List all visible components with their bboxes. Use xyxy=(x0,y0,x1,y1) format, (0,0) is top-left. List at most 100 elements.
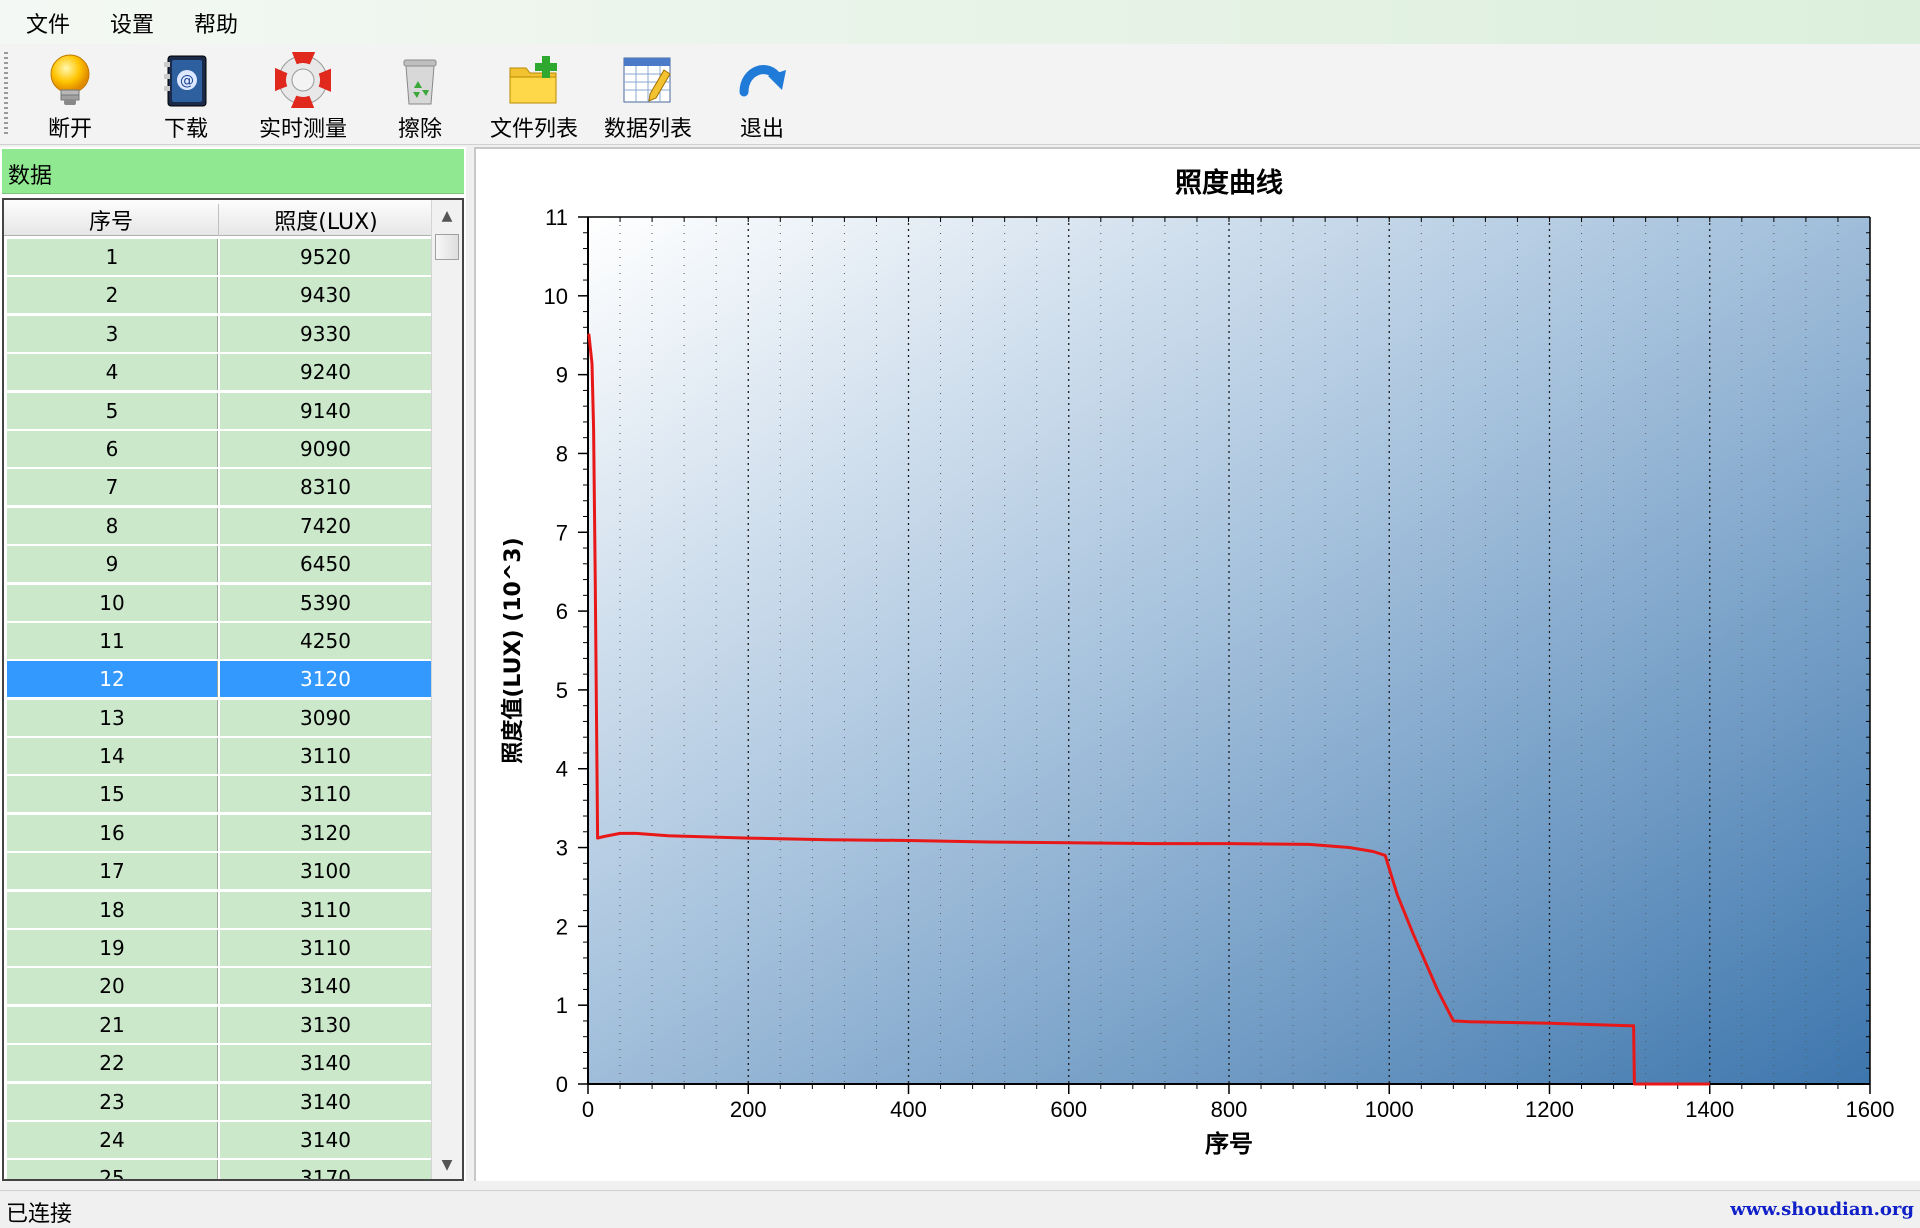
cell-lux[interactable]: 3140 xyxy=(220,1083,432,1120)
cell-lux[interactable]: 9330 xyxy=(220,315,432,352)
table-row[interactable]: 3 9330 xyxy=(4,315,432,353)
erase-button[interactable]: 擦除 xyxy=(380,48,460,142)
table-row[interactable]: 16 3120 xyxy=(4,814,432,852)
scroll-down-icon[interactable]: ▼ xyxy=(432,1151,462,1179)
cell-lux[interactable]: 3110 xyxy=(220,738,432,775)
cell-index[interactable]: 1 xyxy=(7,239,218,275)
table-row[interactable]: 21 3130 xyxy=(4,1006,432,1044)
table-row[interactable]: 10 5390 xyxy=(4,584,432,622)
cell-lux[interactable]: 3110 xyxy=(220,776,432,813)
cell-lux[interactable]: 3110 xyxy=(220,930,432,967)
cell-index[interactable]: 2 xyxy=(7,277,218,314)
cell-index[interactable]: 10 xyxy=(7,584,218,621)
cell-index[interactable]: 24 xyxy=(7,1121,218,1158)
cell-lux[interactable]: 3140 xyxy=(220,1045,432,1082)
cell-lux[interactable]: 3110 xyxy=(220,891,432,928)
cell-index[interactable]: 23 xyxy=(7,1083,218,1120)
table-row[interactable]: 17 3100 xyxy=(4,852,432,890)
download-button[interactable]: @ 下载 xyxy=(146,48,226,142)
cell-index[interactable]: 19 xyxy=(7,930,218,967)
column-header-index[interactable]: 序号 xyxy=(4,204,218,236)
menu-file[interactable]: 文件 xyxy=(26,7,70,39)
cell-lux[interactable]: 9430 xyxy=(220,277,432,314)
x-tick-label: 400 xyxy=(890,1097,927,1122)
data-list-label: 数据列表 xyxy=(603,117,692,142)
vertical-scrollbar[interactable]: ▲ ▼ xyxy=(431,200,462,1179)
table-row[interactable]: 12 3120 xyxy=(4,660,432,698)
scroll-up-icon[interactable]: ▲ xyxy=(432,202,462,230)
cell-lux[interactable]: 4250 xyxy=(220,622,432,659)
file-list-button[interactable]: 文件列表 xyxy=(484,48,584,142)
cell-lux[interactable]: 8310 xyxy=(220,469,432,506)
cell-index[interactable]: 11 xyxy=(7,622,218,659)
cell-lux[interactable]: 5390 xyxy=(220,584,432,621)
cell-lux[interactable]: 9140 xyxy=(220,392,432,429)
table-row[interactable]: 4 9240 xyxy=(4,353,432,391)
cell-index[interactable]: 21 xyxy=(7,1006,218,1043)
cell-index[interactable]: 13 xyxy=(7,699,218,736)
table-row[interactable]: 25 3170 xyxy=(4,1159,432,1179)
cell-index[interactable]: 16 xyxy=(7,814,218,851)
cell-index[interactable]: 12 xyxy=(7,661,218,698)
table-row[interactable]: 13 3090 xyxy=(4,699,432,737)
cell-index[interactable]: 9 xyxy=(7,546,218,583)
cell-index[interactable]: 18 xyxy=(7,891,218,928)
table-row[interactable]: 5 9140 xyxy=(4,392,432,430)
x-tick-label: 0 xyxy=(582,1097,594,1122)
cell-lux[interactable]: 3120 xyxy=(220,661,432,698)
table-row[interactable]: 24 3140 xyxy=(4,1121,432,1159)
cell-index[interactable]: 15 xyxy=(7,776,218,813)
redo-arrow-icon xyxy=(739,65,786,97)
scroll-thumb[interactable] xyxy=(435,234,459,260)
table-row[interactable]: 22 3140 xyxy=(4,1044,432,1082)
table-row[interactable]: 2 9430 xyxy=(4,276,432,314)
cell-index[interactable]: 7 xyxy=(7,469,218,506)
table-row[interactable]: 6 9090 xyxy=(4,430,432,468)
table-row[interactable]: 8 7420 xyxy=(4,507,432,545)
svg-text:@: @ xyxy=(180,73,194,89)
cell-index[interactable]: 20 xyxy=(7,968,218,1005)
cell-index[interactable]: 14 xyxy=(7,738,218,775)
table-row[interactable]: 11 4250 xyxy=(4,622,432,660)
menu-help[interactable]: 帮助 xyxy=(194,7,238,39)
data-list-button[interactable]: 数据列表 xyxy=(598,48,698,142)
toolbar-grip[interactable] xyxy=(4,52,8,136)
cell-index[interactable]: 8 xyxy=(7,507,218,544)
table-row[interactable]: 7 8310 xyxy=(4,468,432,506)
table-row[interactable]: 15 3110 xyxy=(4,775,432,813)
menu-settings[interactable]: 设置 xyxy=(110,7,154,39)
disconnect-button[interactable]: 断开 xyxy=(30,48,110,142)
cell-lux[interactable]: 3100 xyxy=(220,853,432,890)
data-table[interactable]: 序号 照度(LUX) 1 9520 2 9430 3 9330 4 9240 5 9140 6 909… xyxy=(2,198,464,1181)
cell-lux[interactable]: 7420 xyxy=(220,507,432,544)
address-book-icon: @ xyxy=(164,55,207,107)
cell-lux[interactable]: 3120 xyxy=(220,814,432,851)
table-row[interactable]: 14 3110 xyxy=(4,737,432,775)
cell-lux[interactable]: 3130 xyxy=(220,1006,432,1043)
cell-index[interactable]: 4 xyxy=(7,354,218,391)
cell-lux[interactable]: 3090 xyxy=(220,699,432,736)
table-row[interactable]: 20 3140 xyxy=(4,967,432,1005)
cell-lux[interactable]: 3170 xyxy=(220,1160,432,1179)
cell-index[interactable]: 22 xyxy=(7,1045,218,1082)
table-row[interactable]: 18 3110 xyxy=(4,891,432,929)
realtime-measure-button[interactable]: 实时测量 xyxy=(248,48,358,142)
exit-button[interactable]: 退出 xyxy=(722,48,802,142)
table-row[interactable]: 23 3140 xyxy=(4,1083,432,1121)
cell-lux[interactable]: 9090 xyxy=(220,430,432,467)
cell-lux[interactable]: 9240 xyxy=(220,354,432,391)
cell-index[interactable]: 3 xyxy=(7,315,218,352)
cell-lux[interactable]: 9520 xyxy=(220,239,432,275)
table-row[interactable]: 9 6450 xyxy=(4,545,432,583)
table-row[interactable]: 19 3110 xyxy=(4,929,432,967)
cell-lux[interactable]: 6450 xyxy=(220,546,432,583)
table-row[interactable]: 1 9520 xyxy=(4,238,432,276)
cell-lux[interactable]: 3140 xyxy=(220,968,432,1005)
status-bar: 已连接 www.shoudian.org xyxy=(0,1190,1920,1227)
cell-lux[interactable]: 3140 xyxy=(220,1121,432,1158)
cell-index[interactable]: 17 xyxy=(7,853,218,890)
column-header-lux[interactable]: 照度(LUX) xyxy=(218,204,433,236)
cell-index[interactable]: 5 xyxy=(7,392,218,429)
cell-index[interactable]: 25 xyxy=(7,1160,218,1179)
cell-index[interactable]: 6 xyxy=(7,430,218,467)
